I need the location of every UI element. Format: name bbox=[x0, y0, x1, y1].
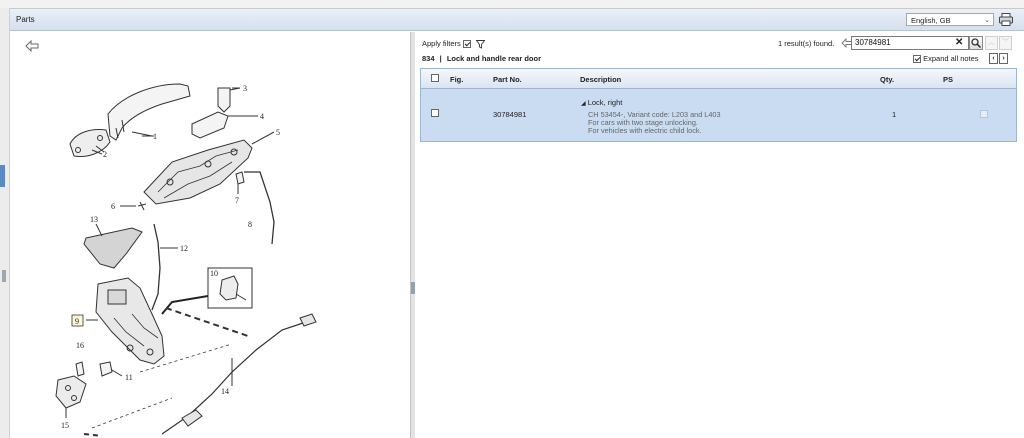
previous-result-button[interactable]: ︿ bbox=[985, 36, 998, 50]
printer-icon[interactable] bbox=[999, 13, 1013, 26]
row-note-3: For vehicles with electric child lock. bbox=[588, 126, 702, 135]
chevron-right-icon: › bbox=[1002, 55, 1005, 62]
callout-12[interactable]: 12 bbox=[180, 244, 188, 253]
callout-5[interactable]: 5 bbox=[276, 128, 280, 137]
row-ps-checkbox bbox=[980, 110, 988, 118]
column-fig[interactable]: Fig. bbox=[450, 75, 463, 84]
select-all-checkbox[interactable] bbox=[431, 74, 439, 82]
left-edge-marker bbox=[0, 165, 5, 187]
callout-13[interactable]: 13 bbox=[90, 215, 98, 224]
callout-3[interactable]: 3 bbox=[243, 84, 247, 93]
callout-15[interactable]: 15 bbox=[61, 421, 69, 430]
search-icon bbox=[971, 38, 982, 49]
collapse-triangle-icon[interactable]: ◢ bbox=[581, 101, 586, 107]
table-row[interactable]: 30784981 ◢ Lock, right CH 53454-, Varian… bbox=[421, 89, 1016, 141]
page-title: Parts bbox=[16, 15, 35, 24]
callout-14[interactable]: 14 bbox=[221, 387, 229, 396]
breadcrumb: 834 | Lock and handle rear door bbox=[422, 54, 541, 63]
row-checkbox[interactable] bbox=[431, 109, 439, 117]
apply-filters[interactable]: Apply filters bbox=[422, 39, 485, 49]
callout-1[interactable]: 1 bbox=[153, 132, 157, 141]
search-value: 30784981 bbox=[855, 38, 891, 47]
next-page-button[interactable]: › bbox=[999, 53, 1008, 64]
filter-funnel-icon[interactable] bbox=[475, 39, 485, 49]
table-header: Fig. Part No. Description Qty. PS bbox=[421, 69, 1016, 89]
callout-10[interactable]: 10 bbox=[210, 269, 218, 278]
search-input[interactable]: 30784981 bbox=[851, 36, 969, 50]
next-result-button[interactable]: ﹀ bbox=[999, 36, 1012, 50]
row-part-number[interactable]: 30784981 bbox=[493, 110, 526, 119]
callout-2[interactable]: 2 bbox=[103, 150, 107, 159]
expand-all-notes[interactable]: Expand all notes bbox=[913, 54, 979, 64]
column-part-no[interactable]: Part No. bbox=[493, 75, 522, 84]
row-description-label: Lock, right bbox=[587, 98, 623, 107]
breadcrumb-separator: | bbox=[439, 54, 442, 63]
apply-filters-checkbox[interactable] bbox=[462, 40, 471, 49]
search-button[interactable] bbox=[969, 36, 983, 50]
chevron-left-icon: ‹ bbox=[992, 55, 995, 62]
callout-8[interactable]: 8 bbox=[248, 220, 252, 229]
breadcrumb-title: Lock and handle rear door bbox=[446, 54, 541, 63]
row-description[interactable]: ◢ Lock, right bbox=[581, 98, 622, 107]
prev-page-button[interactable]: ‹ bbox=[989, 53, 998, 64]
expand-all-checkbox[interactable] bbox=[913, 55, 921, 64]
parts-table: Fig. Part No. Description Qty. PS 307849… bbox=[420, 68, 1017, 142]
callout-16[interactable]: 16 bbox=[76, 341, 84, 350]
row-qty: 1 bbox=[892, 110, 897, 119]
parts-diagram: 1 2 3 4 5 6 7 8 9 10 11 12 13 14 15 16 bbox=[55, 83, 317, 437]
callout-6[interactable]: 6 bbox=[111, 202, 115, 211]
exploded-diagram-panel: 1 2 3 4 5 6 7 8 9 10 11 12 13 14 15 16 bbox=[12, 32, 411, 438]
column-qty[interactable]: Qty. bbox=[880, 75, 894, 84]
language-select[interactable]: English, GB ⌄ bbox=[906, 13, 994, 26]
callout-11[interactable]: 11 bbox=[125, 373, 133, 382]
callout-4[interactable]: 4 bbox=[260, 112, 264, 121]
chevron-up-icon: ︿ bbox=[988, 39, 995, 46]
parts-list-panel: Apply filters 1 result(s) found. 3078498… bbox=[415, 32, 1024, 438]
left-edge-grip[interactable] bbox=[2, 270, 6, 282]
language-value: English, GB bbox=[911, 16, 951, 25]
callout-7[interactable]: 7 bbox=[235, 196, 239, 205]
chevron-down-icon: ﹀ bbox=[1002, 39, 1009, 46]
clear-search-icon[interactable]: ✕ bbox=[955, 37, 963, 49]
chevron-down-icon: ⌄ bbox=[984, 17, 990, 24]
result-count: 1 result(s) found. bbox=[778, 39, 835, 48]
left-edge-bar bbox=[0, 8, 10, 438]
parts-header: Parts English, GB ⌄ bbox=[10, 9, 1024, 31]
column-description[interactable]: Description bbox=[580, 75, 621, 84]
breadcrumb-group: 834 bbox=[422, 54, 435, 63]
apply-filters-label: Apply filters bbox=[422, 39, 461, 48]
column-ps[interactable]: PS bbox=[943, 75, 953, 84]
browser-top-strip bbox=[0, 0, 1024, 9]
callout-9[interactable]: 9 bbox=[75, 317, 79, 326]
expand-all-label: Expand all notes bbox=[923, 54, 979, 63]
